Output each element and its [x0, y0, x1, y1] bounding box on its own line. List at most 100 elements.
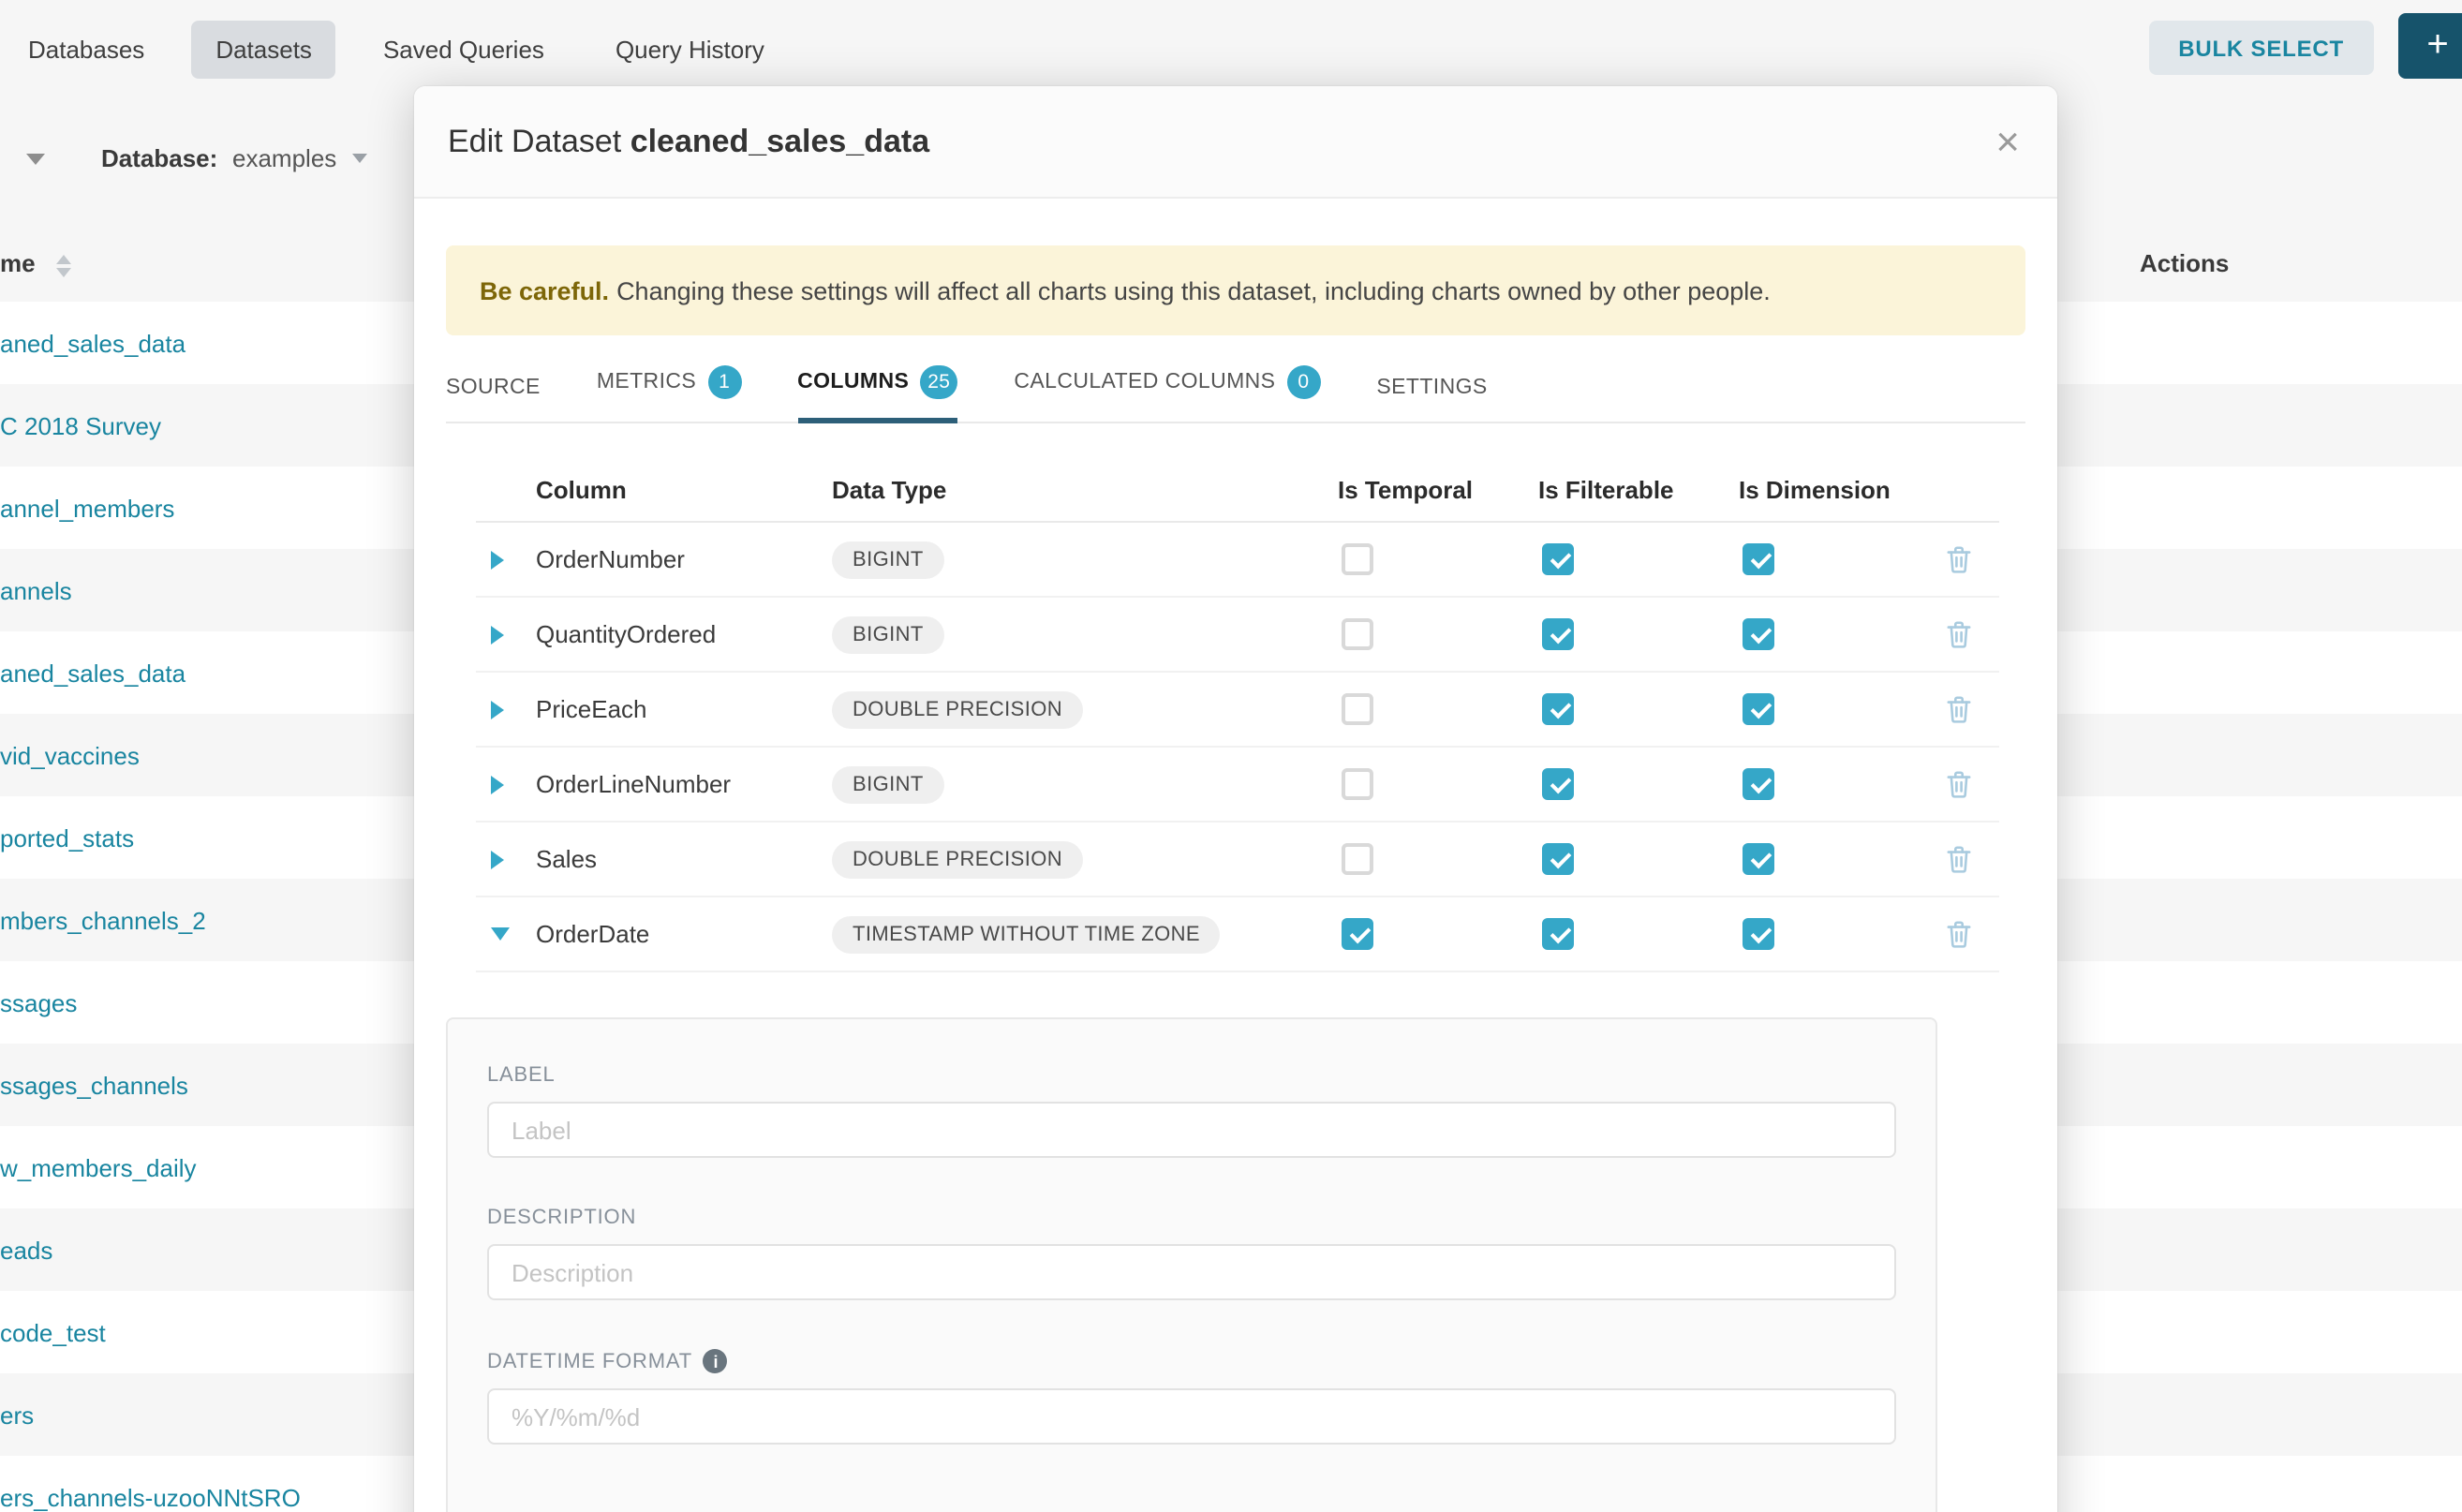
column-name: OrderNumber — [536, 545, 832, 573]
is-temporal-checkbox[interactable] — [1342, 618, 1373, 650]
is-temporal-checkbox[interactable] — [1342, 693, 1373, 725]
data-type-pill: BIGINT — [832, 765, 944, 803]
datetime-format-input[interactable] — [487, 1388, 1896, 1445]
is-filterable-checkbox[interactable] — [1542, 768, 1574, 800]
dataset-link[interactable]: ers — [0, 1401, 34, 1429]
modal-tab-label: CALCULATED COLUMNS — [1014, 371, 1275, 393]
columns-table-body: OrderNumber BIGINT QuantityOrdered BIGIN… — [476, 523, 1999, 972]
is-temporal-checkbox[interactable] — [1342, 768, 1373, 800]
caret-right-icon[interactable] — [491, 550, 504, 569]
dataset-link[interactable]: aned_sales_data — [0, 329, 185, 357]
column-row-orderlinenumber: OrderLineNumber BIGINT — [476, 748, 1999, 823]
column-row-sales: Sales DOUBLE PRECISION — [476, 823, 1999, 897]
modal-tabs: SOURCE METRICS 1 COLUMNS 25 CALCULATED C… — [446, 350, 2025, 423]
nav-tab-databases[interactable]: Databases — [4, 20, 169, 78]
dataset-link[interactable]: vid_vaccines — [0, 741, 140, 769]
close-icon[interactable]: × — [1995, 121, 2020, 162]
dataset-link[interactable]: ers_channels-uzooNNtSRO — [0, 1483, 301, 1511]
caret-right-icon[interactable] — [491, 850, 504, 868]
is-temporal-checkbox[interactable] — [1342, 918, 1373, 950]
column-header-is-dimension: Is Dimension — [1739, 475, 1919, 503]
nav-tab-query-history[interactable]: Query History — [591, 20, 789, 78]
is-filterable-checkbox[interactable] — [1542, 693, 1574, 725]
dataset-link[interactable]: annels — [0, 576, 72, 604]
data-type-pill: TIMESTAMP WITHOUT TIME ZONE — [832, 915, 1221, 953]
is-dimension-checkbox[interactable] — [1743, 618, 1774, 650]
caret-right-icon[interactable] — [491, 775, 504, 793]
sort-icon[interactable] — [56, 255, 71, 277]
column-header-is-temporal: Is Temporal — [1338, 475, 1538, 503]
dataset-link[interactable]: aned_sales_data — [0, 659, 185, 687]
modal-tab-label: SETTINGS — [1376, 377, 1487, 399]
description-field-label: DESCRIPTION — [487, 1207, 1896, 1229]
edit-dataset-modal: Edit Dataset cleaned_sales_data × Be car… — [414, 86, 2057, 1512]
delete-icon[interactable] — [1947, 770, 1971, 798]
tab-metrics[interactable]: METRICS 1 — [597, 365, 741, 422]
is-filterable-checkbox[interactable] — [1542, 918, 1574, 950]
dataset-link[interactable]: mbers_channels_2 — [0, 906, 206, 934]
chevron-down-icon — [351, 154, 366, 163]
tab-source[interactable]: SOURCE — [446, 377, 541, 422]
delete-icon[interactable] — [1947, 545, 1971, 573]
data-type-pill: BIGINT — [832, 541, 944, 578]
modal-title-prefix: Edit Dataset — [448, 123, 621, 158]
column-header-data-type: Data Type — [832, 475, 1338, 503]
is-dimension-checkbox[interactable] — [1743, 843, 1774, 875]
info-icon[interactable]: i — [704, 1349, 728, 1373]
column-row-quantityordered: QuantityOrdered BIGINT — [476, 598, 1999, 673]
database-filter-value: examples — [232, 144, 336, 172]
description-input[interactable] — [487, 1244, 1896, 1300]
database-filter-select[interactable]: examples — [232, 144, 366, 172]
is-filterable-checkbox[interactable] — [1542, 543, 1574, 575]
columns-table-header: Column Data Type Is Temporal Is Filterab… — [476, 457, 1999, 523]
chevron-down-icon[interactable] — [26, 154, 45, 165]
nav-tab-saved-queries[interactable]: Saved Queries — [359, 20, 569, 78]
data-type-pill: DOUBLE PRECISION — [832, 840, 1083, 878]
tab-settings[interactable]: SETTINGS — [1376, 377, 1487, 422]
is-dimension-checkbox[interactable] — [1743, 918, 1774, 950]
datetime-format-label-row: DATETIME FORMAT i — [487, 1349, 1896, 1373]
delete-icon[interactable] — [1947, 920, 1971, 948]
is-dimension-checkbox[interactable] — [1743, 543, 1774, 575]
delete-icon[interactable] — [1947, 620, 1971, 648]
superset-app: Databases Datasets Saved Queries Query H… — [0, 0, 2462, 1512]
dataset-link[interactable]: ssages — [0, 988, 77, 1016]
actions-column-header: Actions — [2140, 249, 2229, 277]
nav-tab-datasets[interactable]: Datasets — [191, 20, 336, 78]
caret-down-icon[interactable] — [491, 927, 510, 941]
nav-tab-label: Databases — [28, 35, 144, 63]
tab-calculated-columns[interactable]: CALCULATED COLUMNS 0 — [1014, 365, 1320, 422]
bulk-select-button[interactable]: BULK SELECT — [2148, 21, 2374, 75]
plus-icon: + — [2426, 24, 2448, 67]
dataset-link[interactable]: code_test — [0, 1318, 106, 1346]
is-filterable-checkbox[interactable] — [1542, 843, 1574, 875]
column-header-column: Column — [536, 475, 832, 503]
is-dimension-checkbox[interactable] — [1743, 768, 1774, 800]
dataset-link[interactable]: C 2018 Survey — [0, 411, 161, 439]
modal-header: Edit Dataset cleaned_sales_data × — [414, 86, 2057, 199]
label-input[interactable] — [487, 1102, 1896, 1158]
caret-right-icon[interactable] — [491, 700, 504, 719]
nav-tab-label: Query History — [616, 35, 764, 63]
is-temporal-checkbox[interactable] — [1342, 543, 1373, 575]
is-temporal-checkbox[interactable] — [1342, 843, 1373, 875]
columns-table: Column Data Type Is Temporal Is Filterab… — [476, 457, 1999, 972]
tab-columns[interactable]: COLUMNS 25 — [797, 365, 957, 422]
add-dataset-button[interactable]: + — [2398, 13, 2462, 79]
nav-tabs: Databases Datasets Saved Queries Query H… — [4, 20, 811, 78]
name-column-header[interactable]: me — [0, 249, 36, 277]
dataset-link[interactable]: ssages_channels — [0, 1071, 188, 1099]
modal-tab-label: SOURCE — [446, 377, 541, 399]
caret-right-icon[interactable] — [491, 625, 504, 644]
dataset-link[interactable]: w_members_daily — [0, 1153, 197, 1181]
dataset-link[interactable]: eads — [0, 1236, 52, 1264]
is-dimension-checkbox[interactable] — [1743, 693, 1774, 725]
dataset-link[interactable]: ported_stats — [0, 823, 134, 852]
nav-tab-label: Datasets — [215, 35, 312, 63]
delete-icon[interactable] — [1947, 695, 1971, 723]
data-type-pill: DOUBLE PRECISION — [832, 690, 1083, 728]
label-field-label: LABEL — [487, 1064, 1896, 1087]
delete-icon[interactable] — [1947, 845, 1971, 873]
dataset-link[interactable]: annel_members — [0, 494, 174, 522]
is-filterable-checkbox[interactable] — [1542, 618, 1574, 650]
